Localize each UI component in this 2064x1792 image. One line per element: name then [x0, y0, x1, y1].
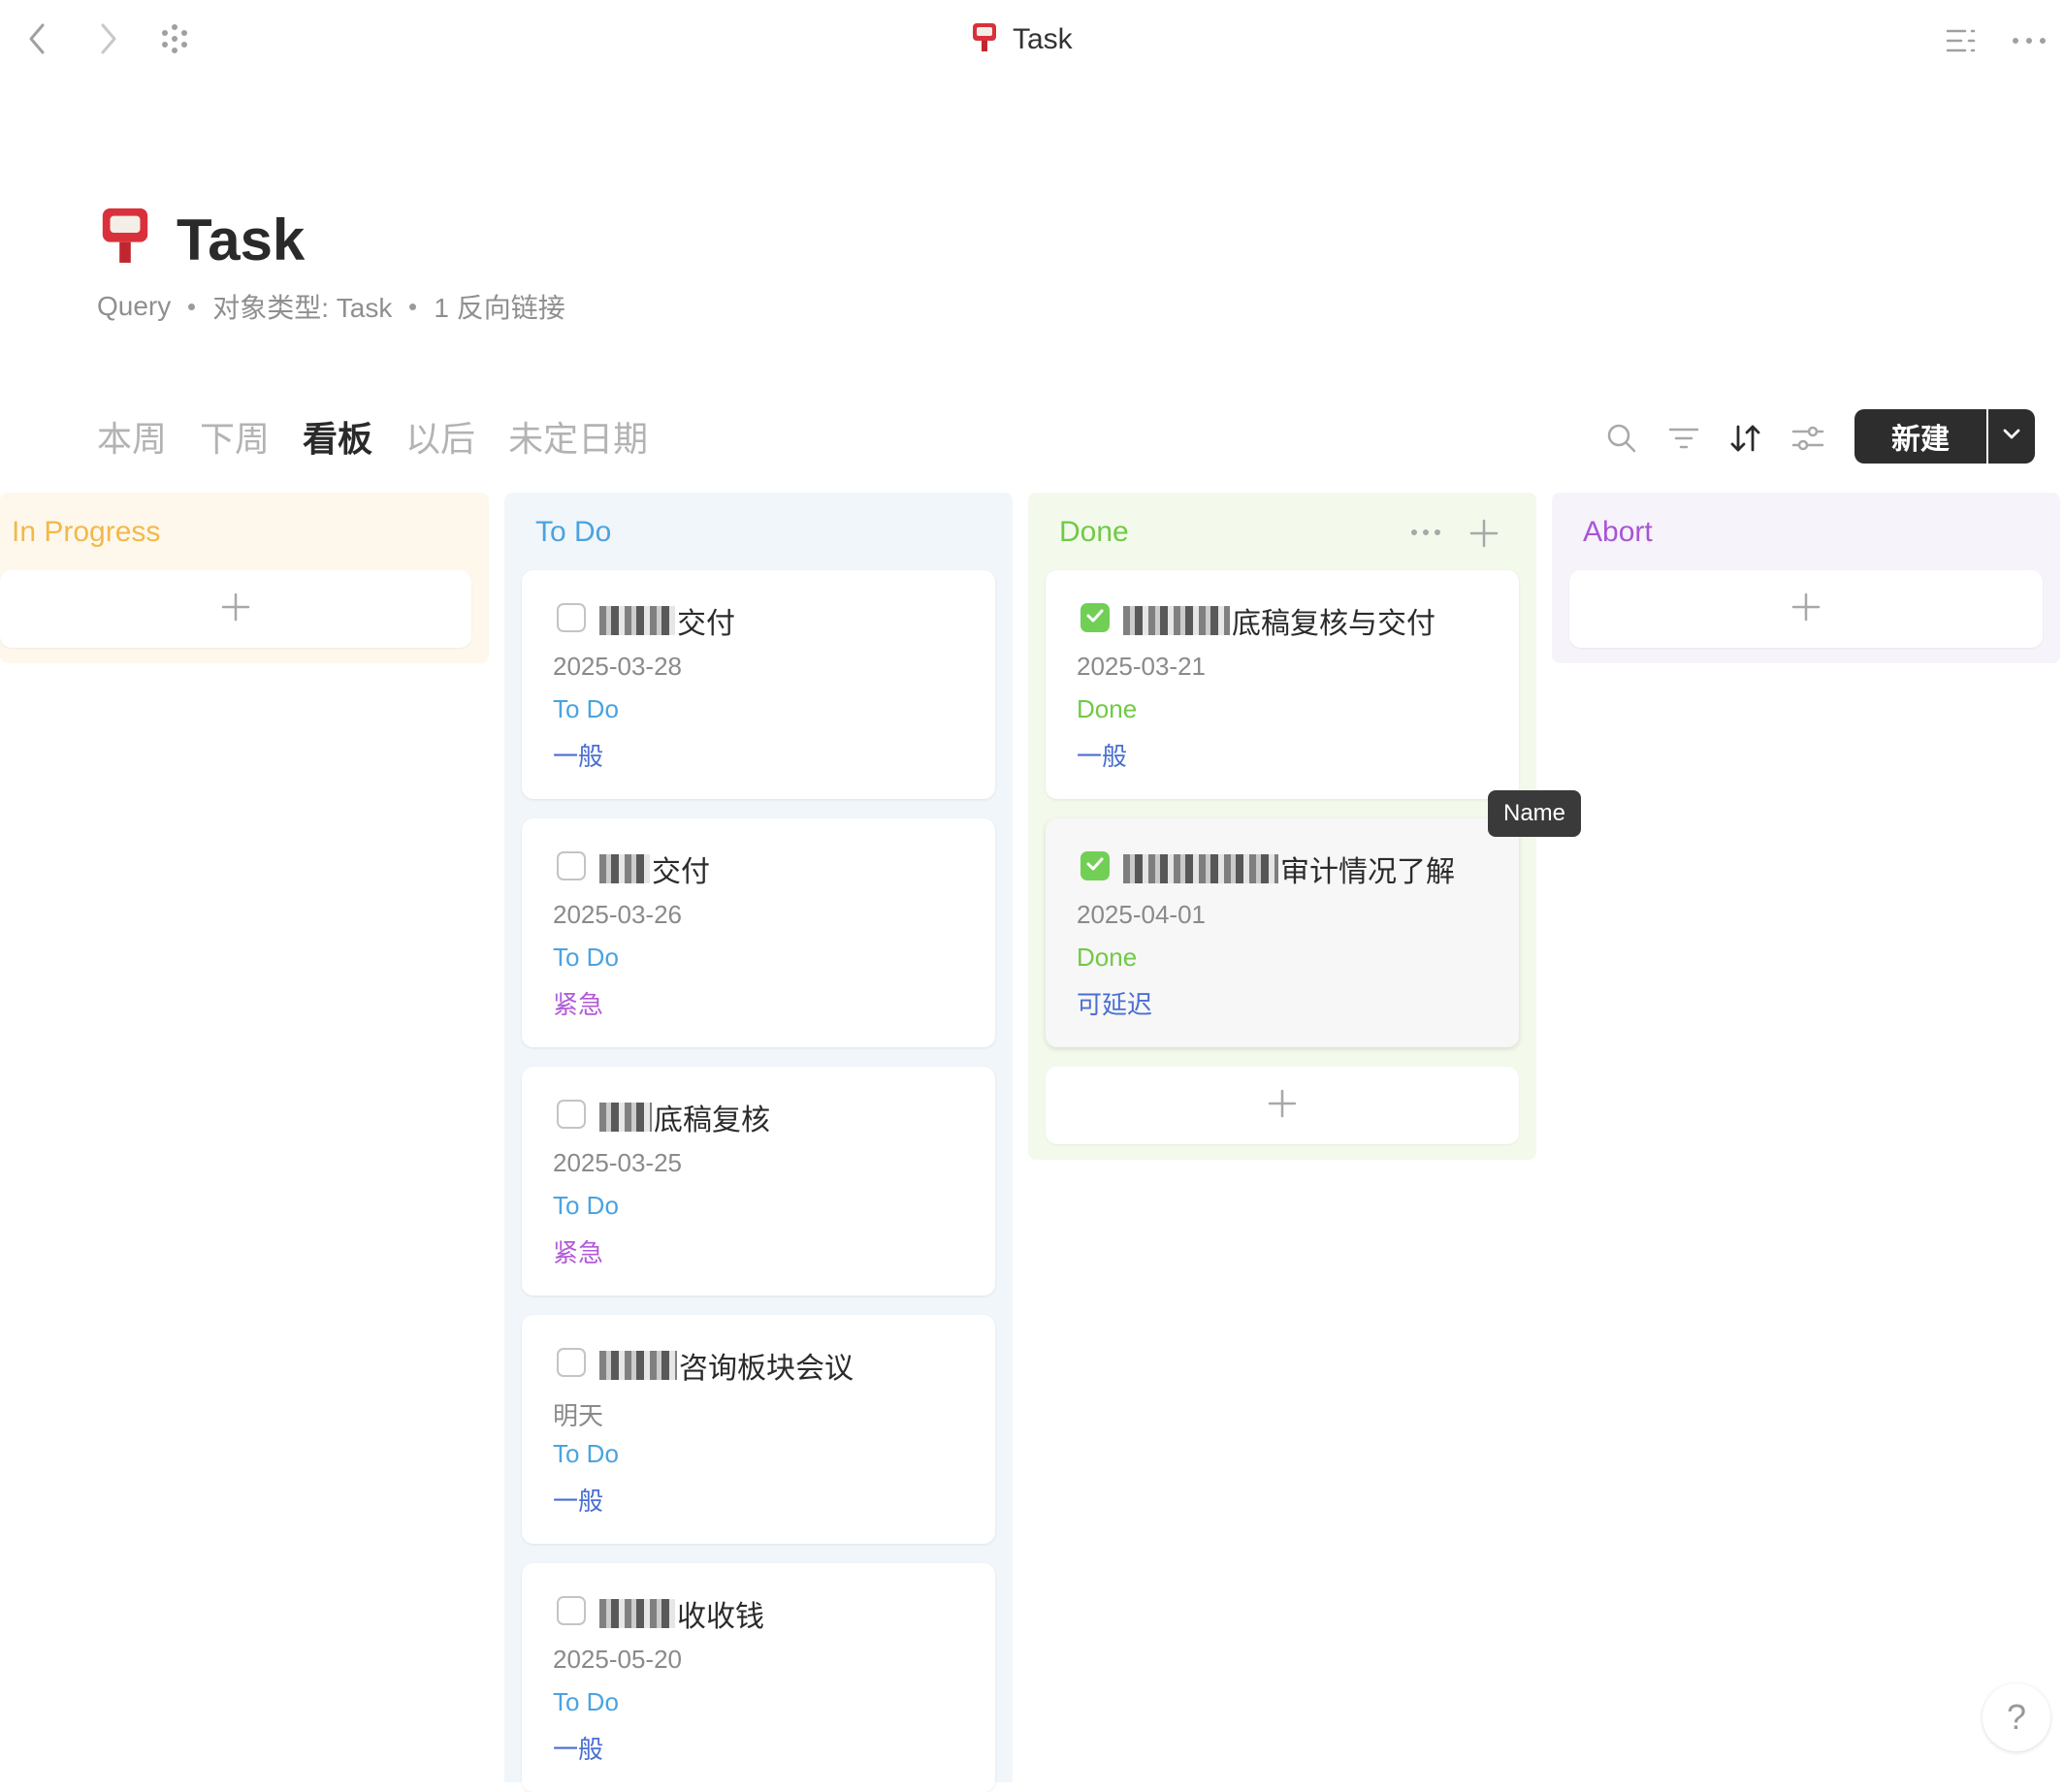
meta-separator — [409, 303, 417, 310]
task-date: 明天 — [553, 1401, 604, 1430]
task-status: To Do — [553, 1687, 619, 1716]
task-checkbox[interactable] — [557, 1348, 586, 1377]
task-priority: 紧急 — [553, 1238, 604, 1267]
task-card[interactable]: 咨询板块会议 明天 To Do 一般 — [522, 1315, 995, 1544]
task-card[interactable]: 交付 2025-03-26 To Do 紧急 — [522, 818, 995, 1047]
task-checkbox[interactable] — [557, 851, 586, 880]
meta-object-type[interactable]: 对象类型: Task — [212, 287, 392, 326]
plus-icon — [1268, 1089, 1297, 1123]
task-checkbox-checked[interactable] — [1080, 851, 1110, 880]
filter-icon[interactable] — [1661, 415, 1707, 462]
more-icon[interactable] — [2008, 19, 2050, 62]
chevron-down-icon — [2002, 428, 2021, 445]
plus-icon — [221, 592, 250, 626]
task-status: To Do — [553, 943, 619, 972]
task-date: 2025-03-21 — [1077, 652, 1206, 681]
plus-icon — [1791, 592, 1821, 626]
new-dropdown-button[interactable] — [1988, 409, 2035, 464]
task-name: 底稿复核与交付 — [1123, 599, 1435, 642]
task-priority: 紧急 — [553, 990, 604, 1019]
task-date: 2025-05-20 — [553, 1645, 682, 1674]
task-date: 2025-03-28 — [553, 652, 682, 681]
tooltip: Name — [1488, 790, 1581, 837]
task-date: 2025-03-26 — [553, 900, 682, 929]
page-meta: Query 对象类型: Task 1 反向链接 — [97, 287, 565, 326]
window-title-text: Task — [1013, 23, 1073, 55]
task-name: 收收钱 — [599, 1592, 764, 1635]
task-status: To Do — [553, 694, 619, 723]
task-status: To Do — [553, 1439, 619, 1468]
tab-this-week[interactable]: 本周 — [97, 411, 167, 462]
tab-later[interactable]: 以后 — [405, 411, 475, 462]
search-icon[interactable] — [1598, 415, 1645, 462]
task-status: Done — [1077, 694, 1138, 723]
column-add-icon[interactable] — [1465, 514, 1503, 553]
check-icon — [1085, 608, 1105, 628]
task-status: Done — [1077, 943, 1138, 972]
task-priority: 一般 — [1077, 742, 1128, 771]
tab-next-week[interactable]: 下周 — [200, 411, 270, 462]
task-card[interactable]: 底稿复核 2025-03-25 To Do 紧急 — [522, 1067, 995, 1296]
task-name: 交付 — [599, 599, 735, 642]
postbox-icon — [97, 200, 153, 279]
tab-no-date[interactable]: 未定日期 — [508, 411, 648, 462]
graph-icon[interactable] — [155, 19, 194, 58]
back-icon[interactable] — [17, 19, 56, 58]
task-checkbox-checked[interactable] — [1080, 603, 1110, 632]
task-date: 2025-04-01 — [1077, 900, 1206, 929]
task-card[interactable]: 交付 2025-03-28 To Do 一般 — [522, 570, 995, 799]
task-card[interactable]: 底稿复核与交付 2025-03-21 Done 一般 — [1046, 570, 1519, 799]
page-title-text: Task — [177, 207, 306, 272]
column-title-abort: Abort — [1583, 516, 1653, 548]
column-more-icon[interactable] — [1404, 516, 1447, 549]
task-priority: 一般 — [553, 1487, 604, 1516]
new-button[interactable]: 新建 — [1854, 409, 1986, 464]
forward-icon[interactable] — [89, 19, 128, 58]
window-title: Task — [970, 17, 1073, 62]
task-card[interactable]: 收收钱 2025-05-20 To Do 一般 — [522, 1563, 995, 1792]
postbox-icon — [970, 19, 999, 60]
column-title-in-progress: In Progress — [12, 516, 161, 548]
task-priority: 一般 — [553, 742, 604, 771]
column-title-done: Done — [1059, 516, 1129, 548]
add-card-abort[interactable] — [1569, 570, 2043, 648]
task-name: 审计情况了解 — [1123, 848, 1455, 890]
settings-sliders-icon[interactable] — [1785, 415, 1831, 462]
task-name: 底稿复核 — [599, 1096, 770, 1138]
meta-query: Query — [97, 291, 172, 321]
task-priority: 一般 — [553, 1735, 604, 1764]
task-name: 咨询板块会议 — [599, 1344, 854, 1387]
meta-backlinks[interactable]: 1 反向链接 — [434, 287, 564, 326]
task-priority: 可延迟 — [1077, 990, 1153, 1019]
help-button[interactable]: ? — [1983, 1683, 2050, 1751]
task-name: 交付 — [599, 848, 710, 890]
column-title-todo: To Do — [535, 516, 612, 548]
task-checkbox[interactable] — [557, 1596, 586, 1625]
tab-kanban[interactable]: 看板 — [303, 411, 372, 462]
sort-icon[interactable] — [1723, 415, 1769, 462]
meta-separator — [188, 303, 196, 310]
add-card-in-progress[interactable] — [0, 570, 471, 648]
task-checkbox[interactable] — [557, 603, 586, 632]
task-status: To Do — [553, 1191, 619, 1220]
outline-icon[interactable] — [1940, 19, 1983, 62]
add-card-done[interactable] — [1046, 1067, 1519, 1144]
task-checkbox[interactable] — [557, 1100, 586, 1129]
page-title: Task — [97, 200, 305, 279]
task-date: 2025-03-25 — [553, 1148, 682, 1177]
task-card[interactable]: 审计情况了解 2025-04-01 Done 可延迟 — [1046, 818, 1519, 1047]
check-icon — [1085, 856, 1105, 877]
view-tabs: 本周 下周 看板 以后 未定日期 — [97, 411, 648, 462]
